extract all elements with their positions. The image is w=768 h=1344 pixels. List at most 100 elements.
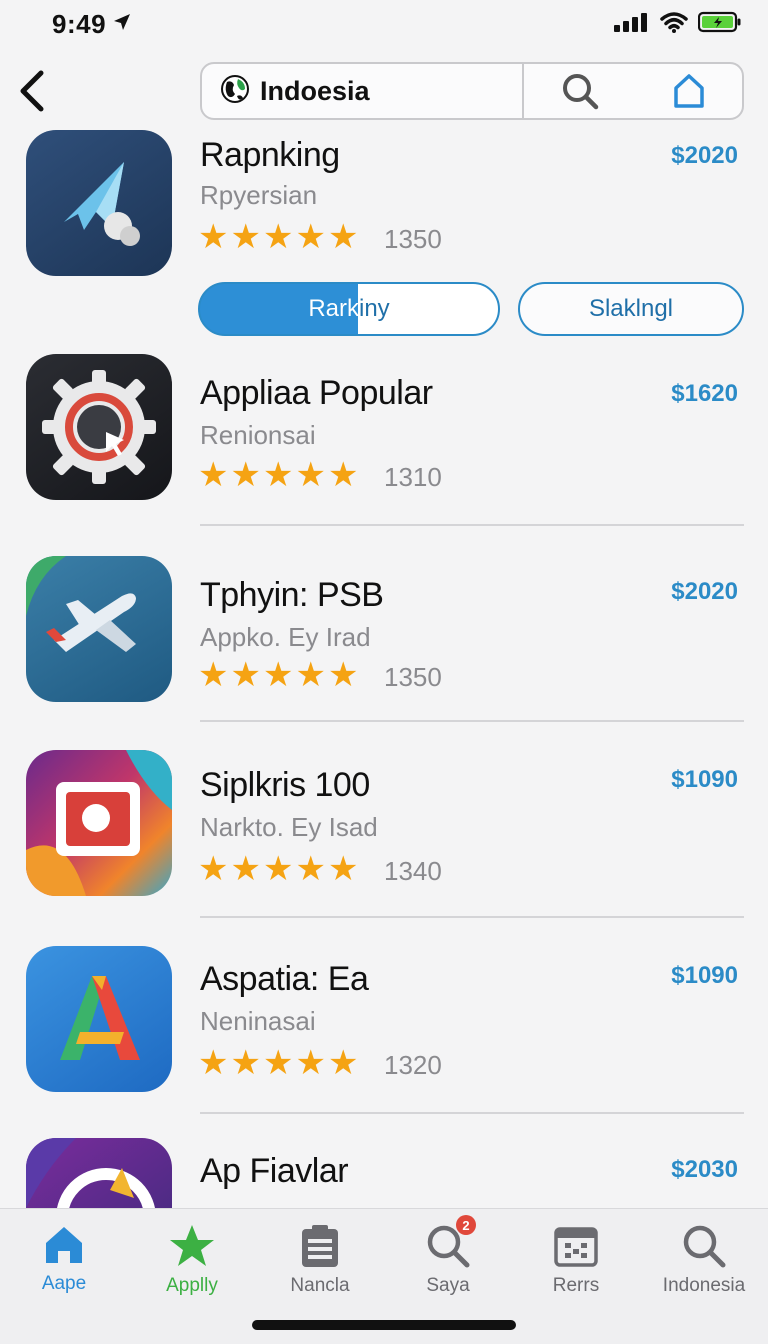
star-rating: ★ ★ ★ ★ ★ xyxy=(198,458,358,492)
star-icon xyxy=(170,1225,214,1266)
tab-aape[interactable]: Aape xyxy=(0,1209,128,1344)
app-title: Ap Fiavlar xyxy=(200,1152,349,1190)
tab-label: Aape xyxy=(41,1273,87,1294)
search-value: Indoesia xyxy=(260,75,370,106)
star-icon: ★ xyxy=(198,218,229,256)
status-bar: 9:49 xyxy=(0,0,768,48)
calendar-icon xyxy=(554,1227,598,1267)
app-price[interactable]: $2020 xyxy=(671,142,738,170)
plane-app-icon xyxy=(26,130,172,276)
app-price[interactable]: $1090 xyxy=(671,962,738,990)
star-icon: ★ xyxy=(230,218,261,256)
wifi-icon xyxy=(660,11,688,38)
star-rating: ★ ★ ★ ★ ★ xyxy=(198,220,358,254)
camera-app-icon xyxy=(26,750,172,896)
star-icon: ★ xyxy=(262,1044,294,1082)
divider xyxy=(200,1112,744,1114)
slaking-button[interactable]: Slaklngl xyxy=(518,282,744,336)
app-title: Tphyin: PSB xyxy=(200,576,384,614)
search-bar: Indoesia xyxy=(200,62,744,120)
star-icon: ★ xyxy=(198,850,229,888)
app-price[interactable]: $2020 xyxy=(671,578,738,606)
slaking-button-label: Slaklngl xyxy=(588,295,674,322)
star-icon: ★ xyxy=(295,850,326,888)
app-title: Appliaa Popular xyxy=(200,374,433,412)
star-icon: ★ xyxy=(327,656,359,694)
letter-a-app-icon xyxy=(26,946,172,1092)
back-button[interactable] xyxy=(12,66,52,116)
search-input[interactable]: Indoesia xyxy=(202,64,524,118)
rating-count: 1340 xyxy=(384,856,442,886)
star-icon: ★ xyxy=(262,656,294,694)
app-price[interactable]: $1620 xyxy=(671,380,738,408)
star-icon: ★ xyxy=(198,1044,229,1082)
app-price[interactable]: $2030 xyxy=(671,1156,738,1184)
search-icon xyxy=(683,1225,726,1268)
location-arrow-icon xyxy=(112,12,132,37)
star-icon: ★ xyxy=(230,850,261,888)
header: Indoesia xyxy=(0,62,768,122)
star-rating: ★ ★ ★ ★ ★ xyxy=(198,658,358,692)
star-icon: ★ xyxy=(230,656,261,694)
app-subtitle: Rpyersian xyxy=(200,180,318,210)
rating-count: 1310 xyxy=(384,462,442,492)
notification-badge: 2 xyxy=(456,1215,476,1235)
app-subtitle: Appko. Ey Irad xyxy=(200,622,371,652)
app-title: Siplkris 100 xyxy=(200,766,370,804)
star-icon: ★ xyxy=(327,850,359,888)
star-icon: ★ xyxy=(327,456,359,494)
clipboard-icon xyxy=(302,1225,338,1267)
chevron-left-icon xyxy=(20,70,44,112)
star-rating: ★ ★ ★ ★ ★ xyxy=(198,852,358,886)
status-time: 9:49 xyxy=(52,8,107,39)
tab-label: Rerrs xyxy=(552,1275,600,1296)
search-button[interactable] xyxy=(524,64,636,118)
star-icon: ★ xyxy=(327,1044,359,1082)
tab-applly[interactable]: Applly xyxy=(128,1209,256,1344)
app-price[interactable]: $1090 xyxy=(671,766,738,794)
divider xyxy=(200,720,744,722)
rating-count: 1350 xyxy=(384,662,442,692)
partial-app-icon xyxy=(26,1138,172,1208)
tab-rerrs[interactable]: Rerrs xyxy=(512,1209,640,1344)
home-button[interactable] xyxy=(636,64,742,118)
home-icon xyxy=(674,74,704,108)
star-icon: ★ xyxy=(327,218,359,256)
star-icon: ★ xyxy=(262,456,294,494)
star-icon: ★ xyxy=(295,1044,326,1082)
airplane-app-icon xyxy=(26,556,172,702)
app-subtitle: Narkto. Ey Isad xyxy=(200,812,378,842)
status-right xyxy=(614,11,742,38)
star-icon: ★ xyxy=(230,456,261,494)
home-indicator xyxy=(252,1320,516,1330)
tab-label: Nancla xyxy=(290,1275,350,1296)
tab-indonesia[interactable]: Indonesia xyxy=(640,1209,768,1344)
star-icon: ★ xyxy=(295,218,326,256)
gear-app-icon xyxy=(26,354,172,500)
divider xyxy=(200,916,744,918)
divider xyxy=(200,524,744,526)
star-icon: ★ xyxy=(230,1044,261,1082)
star-icon: ★ xyxy=(198,456,229,494)
app-subtitle: Renionsai xyxy=(200,420,316,450)
home-icon xyxy=(46,1227,82,1263)
tab-label: Saya xyxy=(426,1275,470,1296)
tab-label: Applly xyxy=(166,1275,218,1296)
app-subtitle: Neninasai xyxy=(200,1006,316,1036)
ranking-button-label: Rarkiny xyxy=(308,295,390,322)
star-icon: ★ xyxy=(198,656,229,694)
tab-label: Indonesia xyxy=(662,1275,746,1296)
app-title: Aspatia: Ea xyxy=(200,960,369,998)
rating-count: 1320 xyxy=(384,1050,442,1080)
star-icon: ★ xyxy=(262,218,294,256)
status-left: 9:49 xyxy=(52,9,132,40)
app-title: Rapnking xyxy=(200,136,340,174)
globe-icon xyxy=(218,72,252,111)
battery-icon xyxy=(697,11,742,38)
signal-icon xyxy=(614,12,650,37)
ranking-button[interactable]: Rarkiny xyxy=(198,282,500,336)
star-rating: ★ ★ ★ ★ ★ xyxy=(198,1046,358,1080)
search-icon xyxy=(563,74,599,110)
app-list: Rapnking Rpyersian ★ ★ ★ ★ ★ 1350 $2020 Rark… xyxy=(0,122,768,1208)
rating-count: 1350 xyxy=(384,224,442,254)
